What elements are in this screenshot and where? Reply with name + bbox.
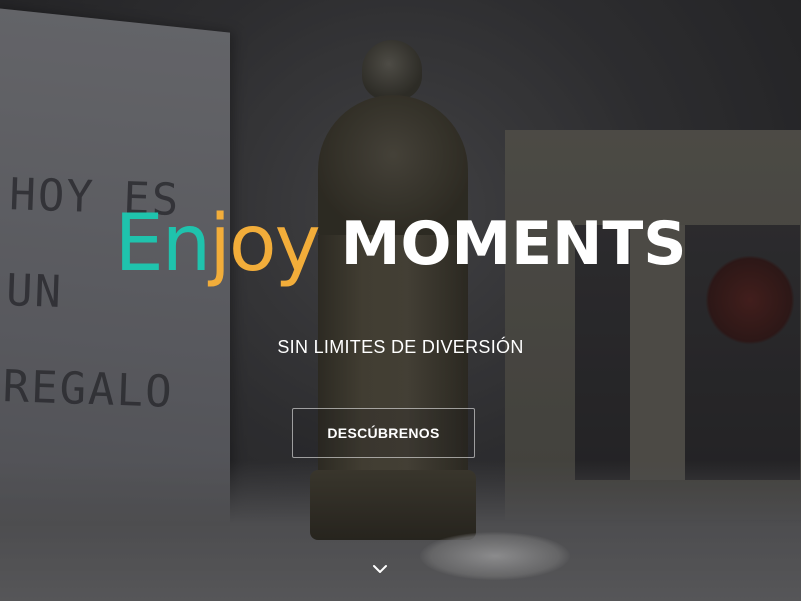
- chevron-down-icon[interactable]: [370, 560, 390, 578]
- hero-headline: Enjoy MOMENTS: [0, 205, 801, 283]
- hero-title: MOMENTS: [340, 209, 687, 279]
- discover-button[interactable]: DESCÚBRENOS: [292, 408, 475, 458]
- dark-overlay: [0, 0, 801, 601]
- hero-section: HOY ES UN REGALO Enjoy MOMENTS SIN LIMITE…: [0, 0, 801, 601]
- logo-text-en: En: [114, 199, 211, 289]
- background-photo: HOY ES UN REGALO: [0, 0, 801, 601]
- discover-button-label: DESCÚBRENOS: [327, 425, 440, 441]
- logo-text-joy: joy: [209, 199, 321, 289]
- brand-logo: Enjoy: [114, 205, 320, 283]
- hero-subtitle: SIN LIMITES DE DIVERSIÓN: [277, 337, 524, 357]
